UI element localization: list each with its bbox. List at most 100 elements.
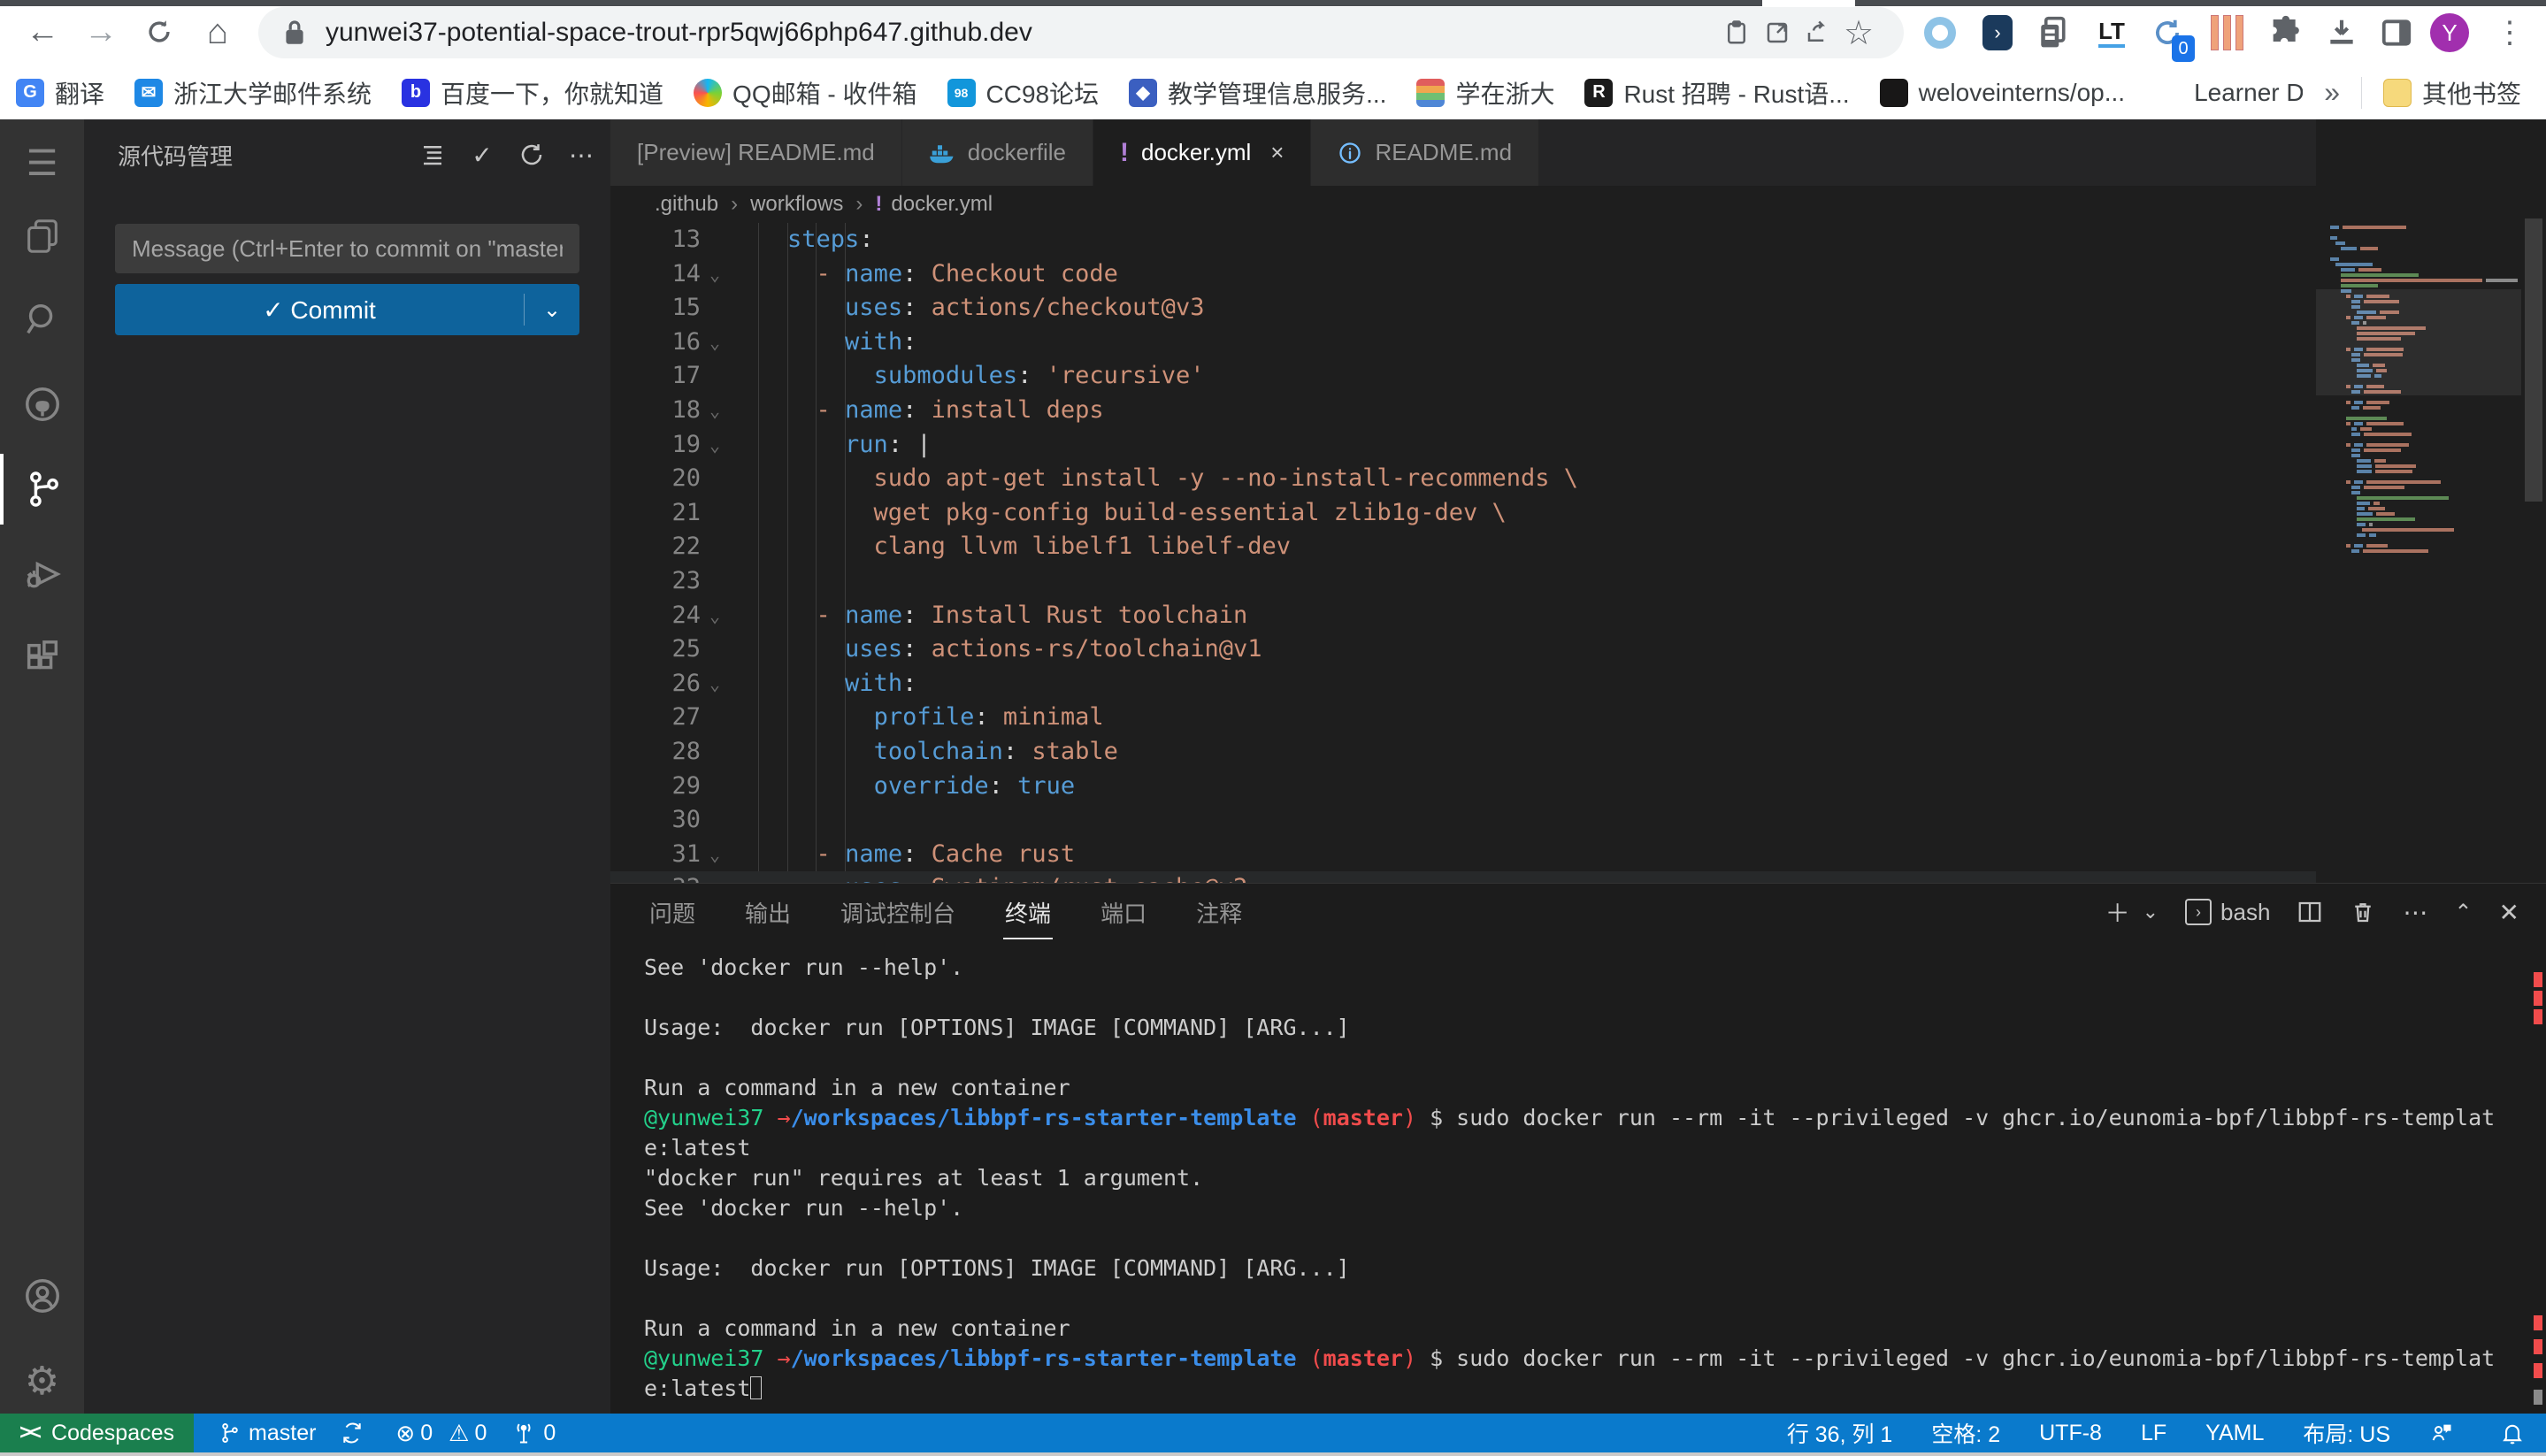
tab-dockerfile[interactable]: dockerfile	[902, 119, 1093, 186]
account-icon[interactable]	[0, 1261, 84, 1331]
panel-tab-输出[interactable]: 输出	[743, 884, 793, 941]
sync-indicator[interactable]	[341, 1422, 371, 1445]
share-icon[interactable]	[1798, 12, 1838, 53]
reload-button[interactable]	[136, 9, 182, 55]
terminal-dropdown-icon[interactable]: ⌄	[2143, 900, 2159, 923]
save-clipboard-icon[interactable]	[1716, 12, 1757, 53]
run-debug-icon[interactable]	[0, 539, 84, 609]
fold-chevron-icon[interactable]: ⌄	[709, 257, 720, 292]
bookmark-item[interactable]: ‖Learner Dashboar...	[2155, 79, 2303, 107]
feedback-icon[interactable]	[2429, 1421, 2461, 1445]
bookmark-item[interactable]: ✉浙江大学邮件系统	[134, 75, 372, 111]
code-line-22[interactable]: 22 clang llvm libelf1 libelf-dev	[610, 530, 2316, 564]
panel-tab-问题[interactable]: 问题	[648, 884, 697, 941]
panel-more-icon[interactable]: ⋯	[2403, 898, 2427, 927]
ports-indicator[interactable]: 0	[511, 1421, 556, 1446]
code-line-20[interactable]: 20 sudo apt-get install -y --no-install-…	[610, 462, 2316, 496]
branch-indicator[interactable]: master	[219, 1421, 316, 1446]
tab-readme.md[interactable]: README.md	[1311, 119, 1539, 186]
bookmark-item[interactable]: ◆教学管理信息服务...	[1129, 75, 1386, 111]
code-editor[interactable]: 13 steps:14⌄ - name: Checkout code15 use…	[610, 223, 2316, 883]
extension-shield-icon[interactable]: ›	[1975, 11, 2020, 55]
kill-terminal-icon[interactable]	[2350, 899, 2376, 925]
fold-chevron-icon[interactable]: ⌄	[709, 428, 720, 463]
back-button[interactable]: ←	[19, 9, 65, 55]
bookmark-item[interactable]: RRust 招聘 - Rust语...	[1584, 75, 1849, 111]
code-line-15[interactable]: 15 uses: actions/checkout@v3	[610, 291, 2316, 326]
code-line-30[interactable]: 30	[610, 803, 2316, 838]
panel-tab-终端[interactable]: 终端	[1003, 884, 1053, 941]
fold-chevron-icon[interactable]: ⌄	[709, 599, 720, 633]
bookmark-star-icon[interactable]: ☆	[1838, 12, 1879, 53]
extension-ring-icon[interactable]	[1918, 11, 1962, 55]
code-line-14[interactable]: 14⌄ - name: Checkout code	[610, 257, 2316, 292]
split-terminal-icon[interactable]	[2297, 899, 2323, 925]
code-line-17[interactable]: 17 submodules: 'recursive'	[610, 359, 2316, 394]
side-panel-icon[interactable]	[2374, 11, 2419, 55]
settings-gear-icon[interactable]: ⚙	[0, 1345, 84, 1416]
breadcrumb-item[interactable]: .github	[655, 192, 718, 217]
bookmarks-overflow-chevron[interactable]: »	[2324, 76, 2340, 109]
breadcrumb-item[interactable]: workflows	[750, 192, 843, 217]
indentation[interactable]: 空格: 2	[1931, 1417, 2000, 1449]
commit-check-icon[interactable]: ✓	[462, 134, 502, 175]
close-panel-icon[interactable]: ✕	[2499, 898, 2519, 927]
close-tab-icon[interactable]: ×	[1270, 139, 1284, 166]
commit-button[interactable]: ✓ Commit ⌄	[115, 284, 579, 335]
extensions-puzzle-icon[interactable]	[2263, 11, 2307, 55]
code-line-25[interactable]: 25 uses: actions-rs/toolchain@v1	[610, 632, 2316, 667]
bookmark-item[interactable]: G翻译	[16, 75, 104, 111]
bookmark-item[interactable]: 98CC98论坛	[947, 75, 1100, 111]
explorer-icon[interactable]	[0, 201, 84, 272]
source-control-icon[interactable]	[0, 454, 84, 525]
open-in-window-icon[interactable]	[1757, 12, 1798, 53]
code-line-32[interactable]: 32 uses: Swatinem/rust-cache@v2	[610, 871, 2316, 883]
code-line-19[interactable]: 19⌄ run: |	[610, 428, 2316, 463]
bookmark-item[interactable]: QQ邮箱 - 收件箱	[694, 75, 916, 111]
home-button[interactable]: ⌂	[195, 9, 241, 55]
minimap[interactable]	[2316, 119, 2521, 883]
extensions-icon[interactable]	[0, 624, 84, 694]
fold-chevron-icon[interactable]: ⌄	[709, 838, 720, 872]
panel-tab-调试控制台[interactable]: 调试控制台	[839, 884, 957, 941]
language-mode[interactable]: YAML	[2205, 1421, 2264, 1446]
terminal-shell-item[interactable]: › bash	[2185, 899, 2270, 926]
fold-chevron-icon[interactable]: ⌄	[709, 667, 720, 701]
view-as-list-icon[interactable]	[412, 134, 453, 175]
problems-indicator[interactable]: ⊗ 0 ⚠ 0	[395, 1420, 487, 1447]
code-line-27[interactable]: 27 profile: minimal	[610, 701, 2316, 735]
tab--preview-readme.md[interactable]: [Preview] README.md	[610, 119, 902, 186]
code-line-16[interactable]: 16⌄ with:	[610, 326, 2316, 360]
maximize-panel-icon[interactable]: ⌃	[2454, 900, 2472, 925]
panel-tab-注释[interactable]: 注释	[1194, 884, 1244, 941]
search-icon[interactable]	[0, 284, 84, 355]
tab-docker.yml[interactable]: !docker.yml×	[1093, 119, 1311, 186]
notifications-bell-icon[interactable]	[2500, 1421, 2532, 1445]
code-line-29[interactable]: 29 override: true	[610, 770, 2316, 804]
languagetool-icon[interactable]: LT	[2090, 11, 2134, 55]
editor-scrollbar[interactable]	[2521, 119, 2546, 883]
breadcrumb[interactable]: .github›workflows›!docker.yml	[655, 186, 993, 223]
bullets-extension-icon[interactable]	[2205, 11, 2249, 55]
menu-icon[interactable]: ☰	[0, 128, 84, 199]
bookmark-item[interactable]: weloveinterns/op...	[1880, 79, 2125, 107]
extension-pages-icon[interactable]	[2030, 11, 2074, 55]
code-line-24[interactable]: 24⌄ - name: Install Rust toolchain	[610, 599, 2316, 633]
commit-dropdown[interactable]: ⌄	[525, 297, 579, 323]
code-line-21[interactable]: 21 wget pkg-config build-essential zlib1…	[610, 496, 2316, 531]
code-line-18[interactable]: 18⌄ - name: install deps	[610, 394, 2316, 428]
more-actions-icon[interactable]: ⋯	[561, 134, 602, 175]
breadcrumb-item[interactable]: docker.yml	[891, 192, 993, 217]
forward-button[interactable]: →	[78, 9, 124, 55]
cursor-position[interactable]: 行 36, 列 1	[1787, 1417, 1893, 1449]
browser-menu-icon[interactable]: ⋮	[2488, 11, 2532, 55]
remote-indicator[interactable]: >< Codespaces	[0, 1414, 194, 1452]
eol-sequence[interactable]: LF	[2141, 1421, 2166, 1446]
fold-chevron-icon[interactable]: ⌄	[709, 326, 720, 360]
bookmark-item[interactable]: b百度一下，你就知道	[402, 75, 663, 111]
sync-extension-icon[interactable]: 0	[2145, 11, 2189, 55]
github-icon[interactable]	[0, 369, 84, 440]
keyboard-layout[interactable]: 布局: US	[2303, 1417, 2390, 1449]
code-line-13[interactable]: 13 steps:	[610, 223, 2316, 257]
bookmark-item[interactable]: 学在浙大	[1416, 75, 1554, 111]
